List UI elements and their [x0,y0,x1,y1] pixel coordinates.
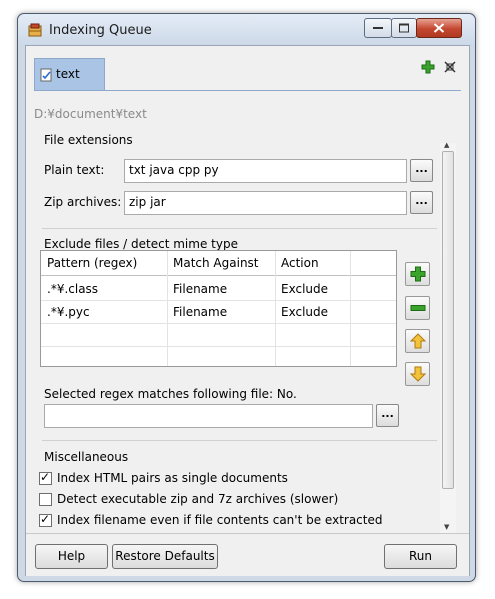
dialog-content: text D:¥document¥text File extensions Pl… [25,45,470,576]
button-bar: Help Restore Defaults Run [26,533,469,576]
regex-match-label: Selected regex matches following file: N… [44,387,297,401]
table-header: Pattern (regex) Match Against Action [41,252,396,274]
column-header-pattern[interactable]: Pattern (regex) [41,252,167,274]
restore-defaults-button[interactable]: Restore Defaults [112,544,218,569]
tab-divider [34,90,461,91]
action-cell[interactable]: Exclude [275,301,350,323]
section-title-file-extensions: File extensions [44,133,133,147]
maximize-icon [399,23,409,33]
plain-text-label: Plain text: [44,163,105,177]
indexing-queue-window: Indexing Queue text D:¥document¥text Fil… [17,13,476,582]
move-up-icon [409,333,427,349]
index-html-pairs-label[interactable]: Index HTML pairs as single documents [57,471,288,485]
regex-browse-button[interactable]: ... [376,404,399,427]
match-against-cell[interactable]: Filename [167,278,275,300]
close-icon [433,23,445,33]
separator [42,440,437,441]
index-filename-checkbox[interactable]: ✓ [39,512,52,527]
maximize-button[interactable] [391,18,417,38]
action-cell[interactable]: Exclude [275,278,350,300]
table-row[interactable]: .*¥.class Filename Exclude [41,278,396,300]
title-bar: Indexing Queue [18,14,475,46]
move-down-icon [409,366,427,382]
move-up-button[interactable] [405,329,430,353]
section-title-miscellaneous: Miscellaneous [44,450,129,464]
index-filename-label[interactable]: Index filename even if file contents can… [57,513,383,527]
app-icon [28,23,42,37]
tab-strip: text [26,46,469,94]
pattern-cell[interactable]: .*¥.class [41,278,167,300]
remove-icon [410,305,426,311]
header-separator [41,275,396,276]
exclude-table[interactable]: Pattern (regex) Match Against Action .*¥… [40,250,397,367]
add-pattern-button[interactable] [405,262,430,286]
detect-executable-archives-checkbox[interactable] [39,493,52,506]
checkmark-icon: ✓ [40,512,51,526]
scroll-up-icon[interactable]: ▲ [444,141,449,149]
checked-document-icon [40,68,52,82]
close-button[interactable] [416,18,462,38]
plain-text-field[interactable]: txt java cpp py [124,159,407,183]
scrollbar-thumb[interactable] [442,151,454,489]
zip-archives-field[interactable]: zip jar [124,191,407,215]
regex-test-field[interactable] [44,404,373,428]
folder-path: D:¥document¥text [34,107,147,121]
column-header-action[interactable]: Action [275,252,350,274]
add-tab-icon[interactable] [421,60,435,74]
remove-pattern-button[interactable] [405,296,430,320]
add-icon [410,266,426,282]
minimize-button[interactable] [364,18,392,38]
zip-archives-browse-button[interactable]: ... [410,191,433,214]
section-title-exclude: Exclude files / detect mime type [44,237,238,251]
help-button[interactable]: Help [35,544,108,569]
tab-text[interactable]: text [34,58,105,91]
vertical-scrollbar[interactable]: ▲ ▼ [440,141,456,533]
window-title: Indexing Queue [49,23,152,38]
detect-executable-archives-label[interactable]: Detect executable zip and 7z archives (s… [57,492,338,506]
scroll-down-icon[interactable]: ▼ [444,523,449,531]
move-down-button[interactable] [405,362,430,386]
pattern-cell[interactable]: .*¥.pyc [41,301,167,323]
tab-label: text [56,67,80,81]
match-against-cell[interactable]: Filename [167,301,275,323]
plain-text-browse-button[interactable]: ... [410,159,433,182]
checkmark-icon: ✓ [40,470,51,484]
run-button[interactable]: Run [384,544,457,569]
zip-archives-label: Zip archives: [44,195,122,209]
column-header-match-against[interactable]: Match Against [167,252,275,274]
remove-tab-icon[interactable] [443,60,457,74]
table-row[interactable]: .*¥.pyc Filename Exclude [41,301,396,323]
separator [42,228,437,229]
index-html-pairs-checkbox[interactable]: ✓ [39,470,52,485]
minimize-icon [373,27,383,29]
